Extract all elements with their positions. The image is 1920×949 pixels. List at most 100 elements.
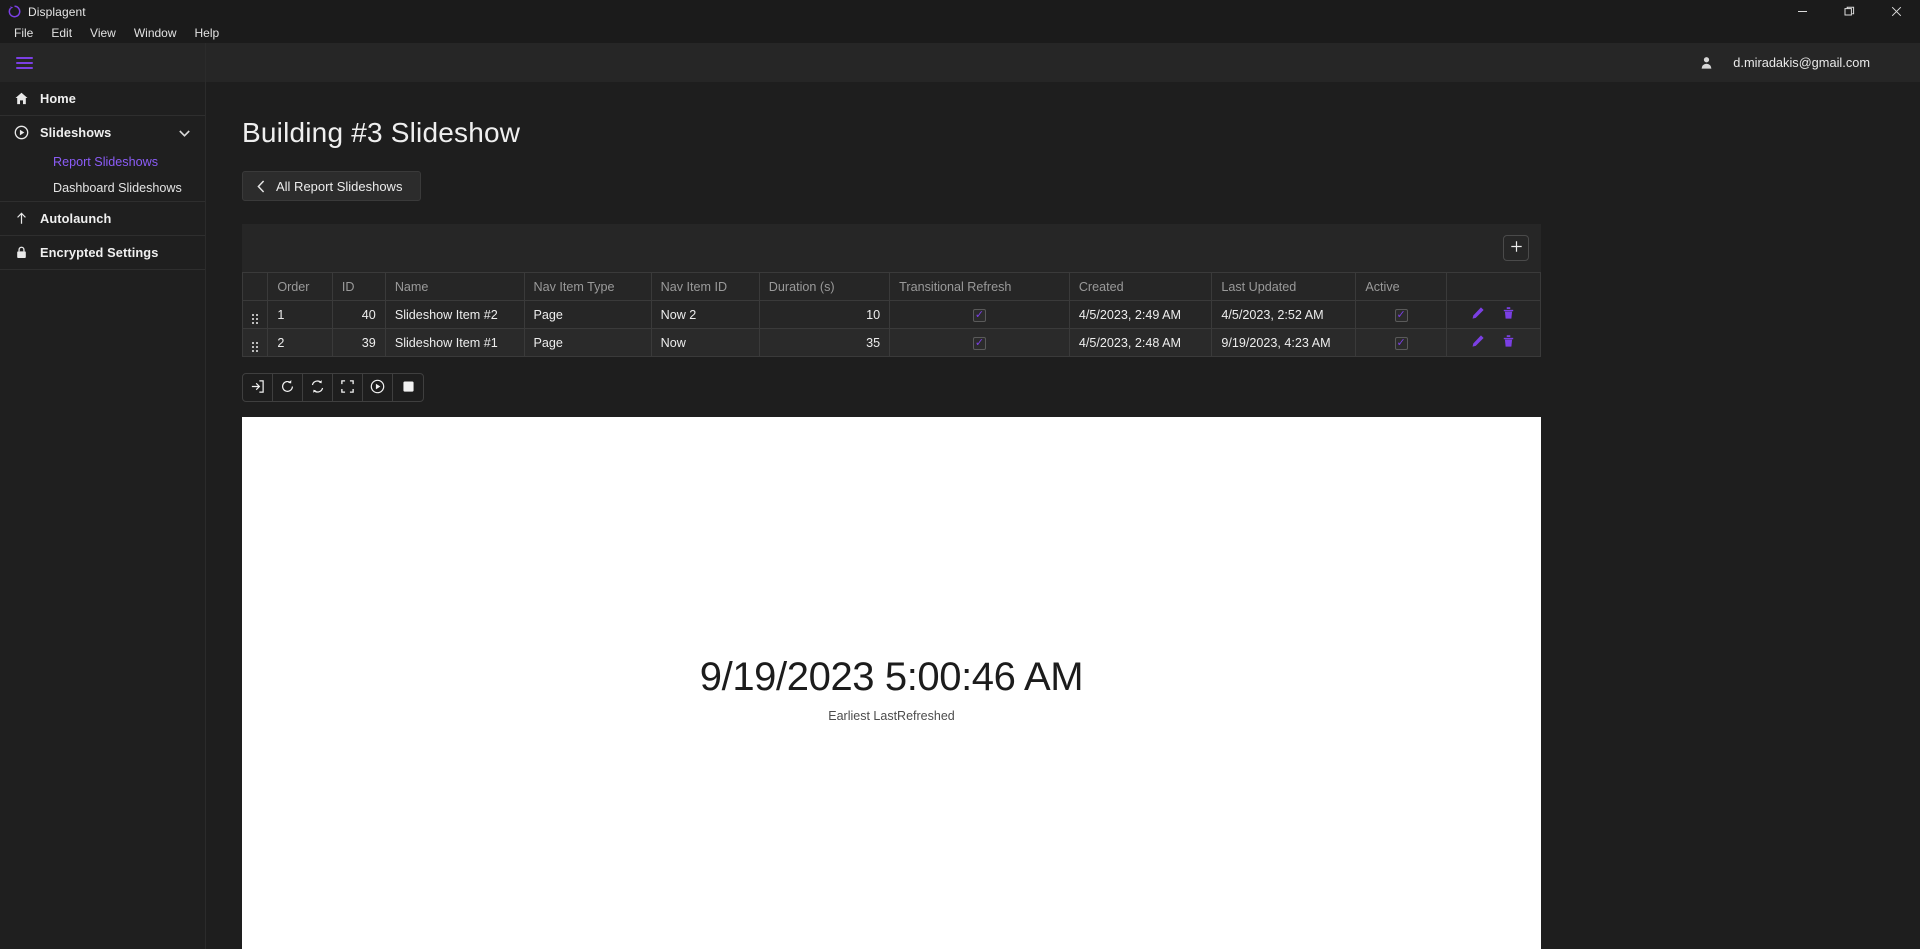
window-titlebar: Displagent bbox=[0, 0, 1920, 23]
menu-bar: File Edit View Window Help bbox=[0, 23, 1920, 43]
main-area: d.miradakis@gmail.com Building #3 Slides… bbox=[206, 43, 1920, 949]
user-email-label: d.miradakis@gmail.com bbox=[1733, 55, 1870, 70]
app-title: Displagent bbox=[28, 4, 86, 19]
sidebar-item-autolaunch-label: Autolaunch bbox=[40, 211, 112, 226]
sidebar-item-report-slideshows[interactable]: Report Slideshows bbox=[0, 149, 205, 175]
reload-button[interactable] bbox=[273, 374, 303, 401]
maximize-restore-icon[interactable] bbox=[1826, 0, 1873, 23]
active-checkbox[interactable]: ✓ bbox=[1394, 337, 1408, 350]
expand-corners-icon bbox=[340, 379, 355, 397]
menu-edit[interactable]: Edit bbox=[42, 24, 81, 42]
stop-button[interactable] bbox=[393, 374, 423, 401]
sidebar: Home Slideshows Report Slideshows Dashbo… bbox=[0, 43, 206, 949]
cell-name: Slideshow Item #1 bbox=[384, 328, 525, 357]
transitional-refresh-checkbox[interactable]: ✓ bbox=[972, 309, 986, 322]
trash-delete-icon[interactable] bbox=[1502, 306, 1515, 323]
cell-active[interactable]: ✓ bbox=[1355, 328, 1447, 357]
cell-name: Slideshow Item #2 bbox=[384, 300, 525, 329]
cell-id: 39 bbox=[331, 328, 386, 357]
col-header-nav-item-type[interactable]: Nav Item Type bbox=[523, 272, 652, 301]
col-header-duration[interactable]: Duration (s) bbox=[758, 272, 891, 301]
table-row[interactable]: 2 39 Slideshow Item #1 Page Now 35 ✓ 4/5… bbox=[241, 328, 1542, 357]
slideshow-preview-pane[interactable]: 9/19/2023 5:00:46 AM Earliest LastRefres… bbox=[242, 417, 1541, 949]
menu-file[interactable]: File bbox=[5, 24, 42, 42]
nav-section-slideshows: Slideshows Report Slideshows Dashboard S… bbox=[0, 116, 205, 202]
table-header-row: Order ID Name Nav Item Type Nav Item ID … bbox=[241, 272, 1542, 301]
cell-duration: 35 bbox=[758, 328, 891, 357]
transitional-refresh-checkbox[interactable]: ✓ bbox=[972, 337, 986, 350]
home-icon bbox=[14, 91, 40, 106]
cell-nav-item-id: Now 2 bbox=[650, 300, 760, 329]
sidebar-item-slideshows-label: Slideshows bbox=[40, 125, 112, 140]
arrow-up-icon bbox=[14, 211, 40, 226]
cell-last-updated: 4/5/2023, 2:52 AM bbox=[1211, 300, 1357, 329]
drag-handle-icon bbox=[252, 314, 259, 324]
sidebar-item-home-label: Home bbox=[40, 91, 76, 106]
col-header-name[interactable]: Name bbox=[384, 272, 525, 301]
hamburger-menu-icon[interactable] bbox=[16, 56, 33, 69]
page-content: Building #3 Slideshow All Report Slidesh… bbox=[206, 117, 1920, 949]
open-external-button[interactable] bbox=[243, 374, 273, 401]
play-button[interactable] bbox=[363, 374, 393, 401]
plus-icon bbox=[1510, 240, 1523, 256]
row-drag-handle[interactable] bbox=[241, 328, 269, 357]
col-header-created[interactable]: Created bbox=[1068, 272, 1213, 301]
cell-transitional-refresh[interactable]: ✓ bbox=[889, 328, 1070, 357]
sidebar-item-encrypted-settings-label: Encrypted Settings bbox=[40, 245, 159, 260]
cell-order: 1 bbox=[267, 300, 333, 329]
row-action-group bbox=[1456, 306, 1531, 323]
add-slideshow-item-button[interactable] bbox=[1503, 235, 1529, 261]
sync-arrows-icon bbox=[310, 379, 325, 397]
chevron-left-icon bbox=[257, 179, 265, 193]
menu-window[interactable]: Window bbox=[125, 24, 186, 42]
menu-help[interactable]: Help bbox=[186, 24, 229, 42]
pencil-edit-icon[interactable] bbox=[1471, 334, 1485, 351]
cell-order: 2 bbox=[267, 328, 333, 357]
col-header-active[interactable]: Active bbox=[1355, 272, 1447, 301]
menu-view[interactable]: View bbox=[81, 24, 125, 42]
sidebar-item-report-slideshows-label: Report Slideshows bbox=[53, 155, 158, 169]
close-icon[interactable] bbox=[1873, 0, 1920, 23]
sidebar-toggle-row bbox=[0, 43, 205, 82]
row-action-group bbox=[1456, 334, 1531, 351]
table-row[interactable]: 1 40 Slideshow Item #2 Page Now 2 10 ✓ 4… bbox=[241, 300, 1542, 329]
sidebar-item-dashboard-slideshows-label: Dashboard Slideshows bbox=[53, 181, 182, 195]
active-checkbox[interactable]: ✓ bbox=[1394, 309, 1408, 322]
sidebar-item-encrypted-settings[interactable]: Encrypted Settings bbox=[0, 236, 205, 269]
user-account-chip[interactable]: d.miradakis@gmail.com bbox=[1698, 54, 1870, 71]
all-report-slideshows-label: All Report Slideshows bbox=[276, 178, 403, 194]
col-header-order[interactable]: Order bbox=[267, 272, 333, 301]
chevron-down-icon[interactable] bbox=[179, 124, 190, 142]
cell-active[interactable]: ✓ bbox=[1355, 300, 1447, 329]
pencil-edit-icon[interactable] bbox=[1471, 306, 1485, 323]
cell-transitional-refresh[interactable]: ✓ bbox=[889, 300, 1070, 329]
minimize-icon[interactable] bbox=[1779, 0, 1826, 23]
col-header-actions bbox=[1445, 272, 1542, 301]
sidebar-item-autolaunch[interactable]: Autolaunch bbox=[0, 202, 205, 235]
all-report-slideshows-button[interactable]: All Report Slideshows bbox=[242, 171, 422, 201]
fullscreen-button[interactable] bbox=[333, 374, 363, 401]
cell-id: 40 bbox=[331, 300, 386, 329]
cell-last-updated: 9/19/2023, 4:23 AM bbox=[1211, 328, 1357, 357]
sidebar-item-home[interactable]: Home bbox=[0, 82, 205, 115]
row-drag-handle[interactable] bbox=[241, 300, 269, 329]
sidebar-item-dashboard-slideshows[interactable]: Dashboard Slideshows bbox=[0, 175, 205, 201]
cell-nav-item-type: Page bbox=[523, 300, 652, 329]
table-header: Order ID Name Nav Item Type Nav Item ID … bbox=[241, 272, 1542, 301]
col-header-transitional-refresh[interactable]: Transitional Refresh bbox=[889, 272, 1070, 301]
top-bar: d.miradakis@gmail.com bbox=[206, 43, 1920, 82]
cell-created: 4/5/2023, 2:49 AM bbox=[1068, 300, 1213, 329]
col-header-last-updated[interactable]: Last Updated bbox=[1211, 272, 1357, 301]
stop-square-icon bbox=[401, 379, 416, 397]
slideshow-items-card: Order ID Name Nav Item Type Nav Item ID … bbox=[241, 224, 1542, 357]
col-header-id[interactable]: ID bbox=[331, 272, 386, 301]
cell-created: 4/5/2023, 2:48 AM bbox=[1068, 328, 1213, 357]
col-header-nav-item-id[interactable]: Nav Item ID bbox=[650, 272, 760, 301]
sidebar-item-slideshows[interactable]: Slideshows bbox=[0, 116, 205, 149]
play-circle-icon bbox=[14, 125, 40, 140]
lock-icon bbox=[14, 245, 40, 260]
user-avatar-icon bbox=[1698, 54, 1715, 71]
trash-delete-icon[interactable] bbox=[1502, 334, 1515, 351]
sync-refresh-button[interactable] bbox=[303, 374, 333, 401]
nav-section-encrypted-settings: Encrypted Settings bbox=[0, 236, 205, 270]
